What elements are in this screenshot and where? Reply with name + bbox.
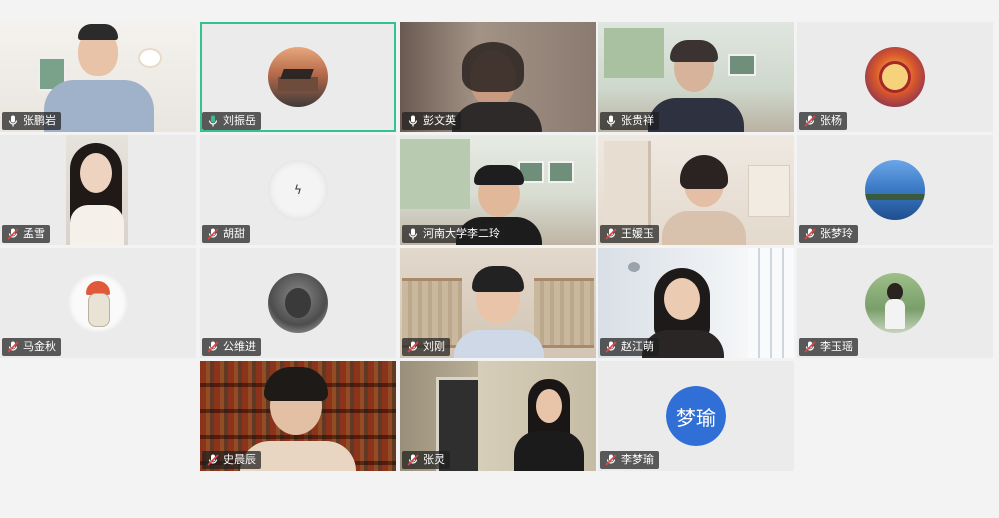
participant-label: 彭文英 — [402, 112, 461, 130]
participant-name: 河南大学李二玲 — [423, 227, 500, 240]
participant-tile[interactable]: ϟ 胡甜 — [200, 135, 396, 245]
participant-label: 李玉瑶 — [799, 338, 858, 356]
participant-name: 孟雪 — [23, 227, 45, 240]
mic-on-icon — [406, 114, 420, 128]
participant-label: 王媛玉 — [600, 225, 659, 243]
avatar: ϟ — [268, 160, 328, 220]
mic-muted-icon — [604, 227, 618, 241]
participant-label: 张鹏岩 — [2, 112, 61, 130]
participant-tile[interactable]: 赵江萌 — [598, 248, 794, 358]
participant-tile[interactable]: 张贵祥 — [598, 22, 794, 132]
participant-tile[interactable]: 马金秋 — [0, 248, 196, 358]
participant-tile[interactable]: 刘振岳 — [200, 22, 396, 132]
avatar — [865, 47, 925, 107]
participant-name: 马金秋 — [23, 340, 56, 353]
avatar: 梦瑜 — [666, 386, 726, 446]
mic-muted-icon — [6, 340, 20, 354]
participant-name: 张杨 — [820, 114, 842, 127]
mic-muted-icon — [604, 453, 618, 467]
participant-label: 公维进 — [202, 338, 261, 356]
participant-name: 张灵 — [423, 453, 445, 466]
participant-tile[interactable]: 李玉瑶 — [797, 248, 993, 358]
participant-label: 李梦瑜 — [600, 451, 659, 469]
participant-label: 刘振岳 — [202, 112, 261, 130]
participant-tile[interactable]: 张鹏岩 — [0, 22, 196, 132]
avatar — [865, 160, 925, 220]
mic-muted-icon — [803, 227, 817, 241]
participant-name: 赵江萌 — [621, 340, 654, 353]
participant-label: 张杨 — [799, 112, 847, 130]
participant-tile[interactable]: 刘刚 — [400, 248, 596, 358]
participant-name: 张鹏岩 — [23, 114, 56, 127]
participant-name: 胡甜 — [223, 227, 245, 240]
mic-speaking-icon — [206, 114, 220, 128]
participant-label: 胡甜 — [202, 225, 250, 243]
participant-label: 孟雪 — [2, 225, 50, 243]
participant-label: 张梦玲 — [799, 225, 858, 243]
participant-tile[interactable]: 张杨 — [797, 22, 993, 132]
mic-muted-icon — [406, 453, 420, 467]
mic-muted-icon — [604, 340, 618, 354]
participant-name: 刘振岳 — [223, 114, 256, 127]
participant-tile[interactable]: 张灵 — [400, 361, 596, 471]
mic-muted-icon — [206, 340, 220, 354]
participant-label: 河南大学李二玲 — [402, 225, 505, 243]
mic-muted-icon — [803, 114, 817, 128]
avatar — [268, 273, 328, 333]
mic-muted-icon — [206, 227, 220, 241]
participant-label: 史晨辰 — [202, 451, 261, 469]
mic-on-icon — [6, 114, 20, 128]
participant-name: 张贵祥 — [621, 114, 654, 127]
avatar — [268, 47, 328, 107]
participant-tile[interactable]: 梦瑜 李梦瑜 — [598, 361, 794, 471]
participant-tile[interactable]: 彭文英 — [400, 22, 596, 132]
participant-name: 李梦瑜 — [621, 453, 654, 466]
mic-on-icon — [604, 114, 618, 128]
participant-label: 赵江萌 — [600, 338, 659, 356]
participant-name: 史晨辰 — [223, 453, 256, 466]
participant-label: 张贵祥 — [600, 112, 659, 130]
mic-muted-icon — [803, 340, 817, 354]
mic-on-icon — [406, 227, 420, 241]
participant-name: 张梦玲 — [820, 227, 853, 240]
participant-name: 王媛玉 — [621, 227, 654, 240]
participant-name: 刘刚 — [423, 340, 445, 353]
participant-tile[interactable]: 孟雪 — [0, 135, 196, 245]
video-grid: 张鹏岩 刘振岳 彭文英 张贵祥 张杨 孟雪 ϟ 胡甜 河南大学李二玲 王媛玉 张… — [0, 22, 999, 472]
participant-label: 张灵 — [402, 451, 450, 469]
participant-label: 马金秋 — [2, 338, 61, 356]
mic-muted-icon — [206, 453, 220, 467]
participant-name: 公维进 — [223, 340, 256, 353]
participant-name: 彭文英 — [423, 114, 456, 127]
participant-tile[interactable]: 公维进 — [200, 248, 396, 358]
avatar-initials: 梦瑜 — [666, 386, 726, 446]
participant-name: 李玉瑶 — [820, 340, 853, 353]
participant-tile[interactable]: 张梦玲 — [797, 135, 993, 245]
mic-muted-icon — [6, 227, 20, 241]
avatar — [865, 273, 925, 333]
participant-tile[interactable]: 王媛玉 — [598, 135, 794, 245]
participant-tile[interactable]: 河南大学李二玲 — [400, 135, 596, 245]
participant-tile[interactable]: 史晨辰 — [200, 361, 396, 471]
participant-label: 刘刚 — [402, 338, 450, 356]
mic-muted-icon — [406, 340, 420, 354]
avatar — [68, 273, 128, 333]
